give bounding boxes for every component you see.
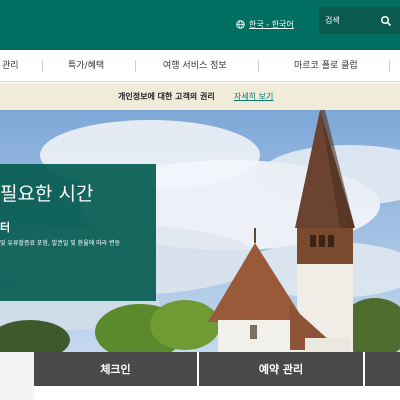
nav-item-deals[interactable]: 특가/혜택 — [68, 50, 104, 82]
tab-content-area — [34, 386, 400, 400]
promo-title: 필요한 시간 — [0, 183, 94, 205]
nav-divider — [258, 60, 259, 72]
notice-text: 개인정보에 대한 고객의 권리 — [118, 92, 215, 101]
tab-flight-status[interactable] — [365, 352, 400, 386]
nav-divider — [42, 60, 43, 72]
tab-checkin[interactable]: 체크인 — [34, 352, 197, 386]
promo-subtitle: 터 — [0, 221, 11, 234]
nav-item-marco-polo-club[interactable]: 마르코 폴로 클럽 — [294, 50, 358, 82]
nav-item-manage[interactable]: 관리 — [2, 50, 19, 82]
booking-tabs: 체크인 예약 관리 — [0, 352, 400, 400]
nav-divider — [389, 60, 390, 72]
nav-item-travel-info[interactable]: 여행 서비스 정보 — [163, 50, 227, 82]
globe-icon — [236, 19, 245, 29]
language-label: 한국 - 한국어 — [249, 19, 294, 29]
nav-divider — [135, 60, 136, 72]
tab-checkin-label: 체크인 — [100, 363, 131, 376]
tab-book-flight[interactable] — [0, 352, 34, 400]
promo-description: 및 유류할증료 포함, 발권일 및 환율에 따라 변동 — [0, 240, 121, 247]
main-navigation: 관리 특가/혜택 여행 서비스 정보 마르코 폴로 클럽 — [0, 50, 400, 82]
language-selector[interactable]: 한국 - 한국어 — [236, 17, 294, 31]
search-box[interactable]: 검색 — [319, 7, 400, 34]
tab-manage-booking[interactable]: 예약 관리 — [199, 352, 363, 386]
notice-learn-more-link[interactable]: 자세히 보기 — [234, 83, 273, 110]
search-input[interactable]: 검색 — [325, 15, 380, 26]
top-header: 한국 - 한국어 검색 — [0, 0, 400, 50]
privacy-notice-bar: 개인정보에 대한 고객의 권리 자세히 보기 — [0, 83, 400, 110]
search-icon[interactable] — [380, 15, 392, 27]
tab-manage-booking-label: 예약 관리 — [258, 363, 304, 376]
promo-panel[interactable]: 필요한 시간 터 및 유류할증료 포함, 발권일 및 환율에 따라 변동 — [0, 164, 156, 301]
